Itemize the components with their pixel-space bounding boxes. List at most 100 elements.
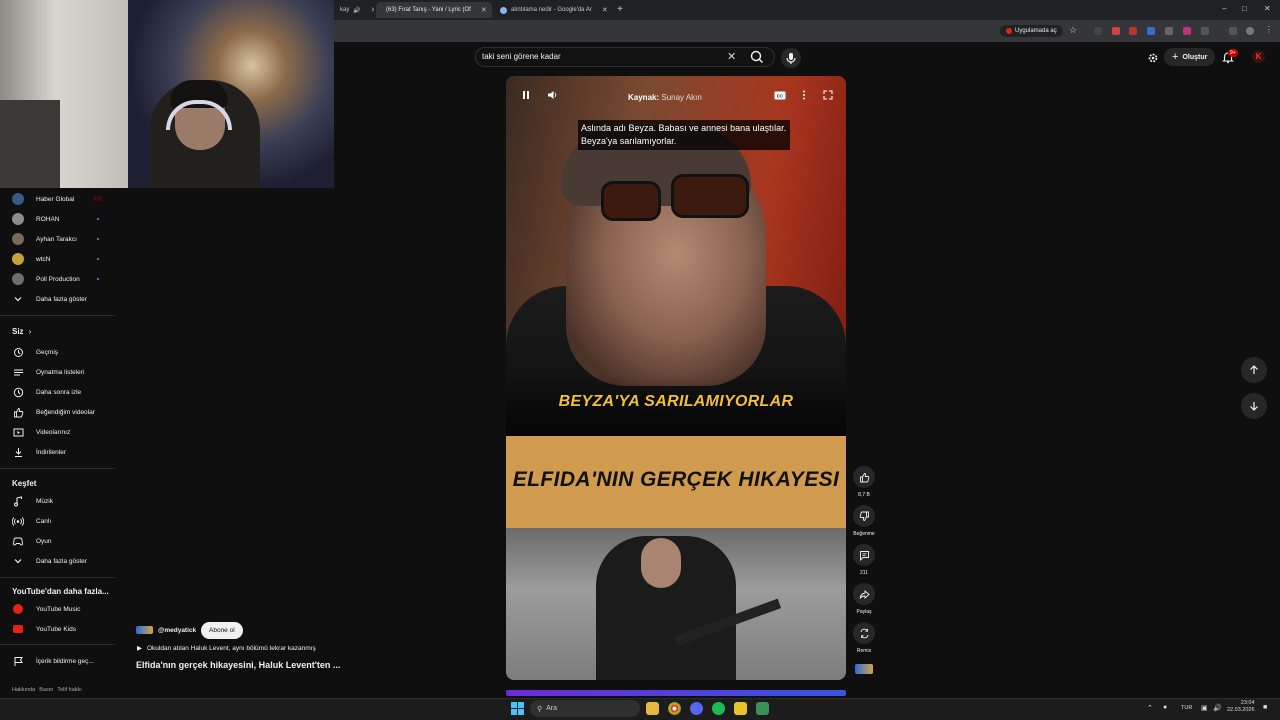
search-icon[interactable]: [749, 49, 765, 65]
previous-short-button[interactable]: [1241, 357, 1267, 383]
minimize-icon[interactable]: –: [1222, 4, 1226, 13]
sidebar-item-downloads[interactable]: İndirilenler: [0, 442, 115, 462]
app-icon[interactable]: [690, 702, 703, 715]
close-window-icon[interactable]: ✕: [1264, 4, 1271, 13]
captions-icon[interactable]: CC: [772, 88, 788, 102]
show-more-explore[interactable]: Daha fazla göster: [0, 551, 115, 571]
footer-link-press[interactable]: Basın: [39, 687, 53, 693]
search-input[interactable]: taki seni görene kadar: [482, 52, 561, 61]
comments-button[interactable]: 211: [852, 544, 876, 576]
close-tab-icon[interactable]: ✕: [371, 6, 374, 14]
audio-icon[interactable]: 🔊: [353, 7, 360, 14]
browser-tab[interactable]: alıntılama nedir - Google'da Ar ✕: [494, 2, 614, 18]
fullscreen-icon[interactable]: [820, 88, 836, 102]
open-in-app-button[interactable]: Uygulamada aç: [1000, 25, 1063, 37]
language-indicator[interactable]: TUR: [1181, 705, 1192, 711]
account-avatar[interactable]: K: [1252, 50, 1265, 63]
sidebar-item-watch-later[interactable]: Daha sonra izle: [0, 382, 115, 402]
clock-icon: [12, 386, 24, 398]
app-icon[interactable]: [756, 702, 769, 715]
network-icon[interactable]: ▣: [1201, 704, 1208, 712]
notification-center-icon[interactable]: ■: [1263, 704, 1267, 711]
sidebar-item-your-videos[interactable]: Videolarınız: [0, 422, 115, 442]
create-button[interactable]: + Oluştur: [1164, 48, 1216, 66]
footer-link-copyright[interactable]: Telif hakkı: [57, 687, 81, 693]
sidebar-item-live[interactable]: Canlı: [0, 511, 115, 531]
sidebar-item-gaming[interactable]: Oyun: [0, 531, 115, 551]
file-explorer-icon[interactable]: [646, 702, 659, 715]
next-short-preview[interactable]: [506, 690, 846, 696]
subscription-item[interactable]: Ayhan Tarakcı: [0, 229, 115, 249]
dislike-button[interactable]: Beğenme: [852, 505, 876, 537]
windows-start-icon[interactable]: [511, 702, 524, 715]
sidebar-item-music[interactable]: Müzik: [0, 491, 115, 511]
show-more-label: Daha fazla göster: [36, 557, 87, 565]
app-icon[interactable]: [734, 702, 747, 715]
footer-link-about[interactable]: Hakkında: [12, 687, 35, 693]
video-subtitle: Aslında adı Beyza. Babası ve annesi bana…: [578, 120, 790, 150]
browser-menu-icon[interactable]: ⋮: [1265, 25, 1273, 34]
volume-icon[interactable]: [544, 88, 560, 102]
extension-icon[interactable]: [1129, 27, 1137, 35]
volume-tray-icon[interactable]: 🔊: [1213, 704, 1222, 712]
pause-icon[interactable]: [518, 88, 534, 102]
new-tab-button[interactable]: +: [617, 4, 623, 15]
extension-icon[interactable]: [1147, 27, 1155, 35]
video-caption-title: ELFIDA'NIN GERÇEK HIKAYESI: [512, 468, 840, 491]
video-caption-yellow: BEYZA'YA SARILAMIYORLAR: [558, 393, 794, 410]
tray-chevron-up-icon[interactable]: ⌃: [1147, 704, 1153, 712]
like-button[interactable]: 8,7 B: [852, 466, 876, 498]
you-section-heading[interactable]: Siz ›: [12, 327, 31, 336]
subscription-name: ROHAN: [36, 215, 60, 223]
subscription-item[interactable]: Poll Production: [0, 269, 115, 289]
share-button[interactable]: Paylaş: [852, 583, 876, 615]
related-video-link[interactable]: ▶ Okuldan atılan Haluk Levent, aynı bölü…: [137, 644, 316, 653]
taskbar-search[interactable]: ⚲ Ara: [530, 700, 640, 717]
extensions-puzzle-icon[interactable]: [1201, 27, 1209, 35]
show-more-subscriptions[interactable]: Daha fazla göster: [0, 289, 115, 309]
thumbs-down-icon: [853, 505, 875, 527]
sidebar-item-playlists[interactable]: Oynatma listeleri: [0, 362, 115, 382]
microphone-tray-icon[interactable]: ●: [1163, 704, 1167, 711]
music-note-icon: [12, 495, 24, 507]
more-options-icon[interactable]: [796, 88, 812, 102]
clear-search-icon[interactable]: ✕: [727, 50, 736, 63]
chrome-icon[interactable]: [668, 702, 681, 715]
close-tab-icon[interactable]: ✕: [602, 6, 608, 14]
sidebar-item-youtube-music[interactable]: YouTube Music: [0, 599, 115, 619]
subscription-item[interactable]: Haber Global ((•)): [0, 189, 115, 209]
webcam-overlay: [0, 0, 334, 188]
sidebar-item-history[interactable]: Geçmiş: [0, 342, 115, 362]
remix-button[interactable]: Remix: [852, 622, 876, 654]
subscription-item[interactable]: ROHAN: [0, 209, 115, 229]
browser-tab-active[interactable]: (63) Fırat Tanış - Yani / Lyric (Of ✕: [376, 2, 492, 18]
next-short-button[interactable]: [1241, 393, 1267, 419]
sidebar-item-label: Geçmiş: [36, 348, 59, 356]
mic-icon[interactable]: [781, 48, 801, 68]
channel-logo[interactable]: [136, 626, 153, 634]
new-content-dot: [97, 238, 99, 240]
extension-icon[interactable]: [1183, 27, 1191, 35]
shorts-video-player[interactable]: Kaynak: Sunay Akın CC Aslında adı Beyza.…: [506, 76, 846, 680]
footer-links: Hakkında Basın Telif hakkı: [12, 687, 82, 693]
extension-icon[interactable]: [1165, 27, 1173, 35]
reading-list-icon[interactable]: [1229, 27, 1237, 35]
bookmark-star-icon[interactable]: ☆: [1069, 25, 1077, 36]
extension-icon[interactable]: [1094, 27, 1102, 35]
browser-tab[interactable]: kay 🔊 ✕: [334, 2, 374, 18]
gamepad-icon: [12, 535, 24, 547]
channel-handle[interactable]: @medyatick: [158, 627, 196, 634]
sidebar-item-youtube-kids[interactable]: YouTube Kids: [0, 619, 115, 639]
subscription-item[interactable]: wtcN: [0, 249, 115, 269]
subscribe-button[interactable]: Abone ol: [201, 622, 243, 639]
spotify-icon[interactable]: [712, 702, 725, 715]
sidebar-item-liked-videos[interactable]: Beğendiğim videolar: [0, 402, 115, 422]
close-tab-icon[interactable]: ✕: [481, 6, 487, 14]
profile-icon[interactable]: [1246, 27, 1254, 35]
maximize-icon[interactable]: □: [1242, 4, 1247, 13]
sidebar-item-report-history[interactable]: İçerik bildirme geç...: [0, 651, 115, 671]
settings-gear-icon[interactable]: [1147, 51, 1159, 63]
clock[interactable]: 23:04 22.03.2026: [1227, 700, 1255, 714]
extension-icon[interactable]: [1112, 27, 1120, 35]
channel-thumbnail[interactable]: [855, 664, 873, 674]
